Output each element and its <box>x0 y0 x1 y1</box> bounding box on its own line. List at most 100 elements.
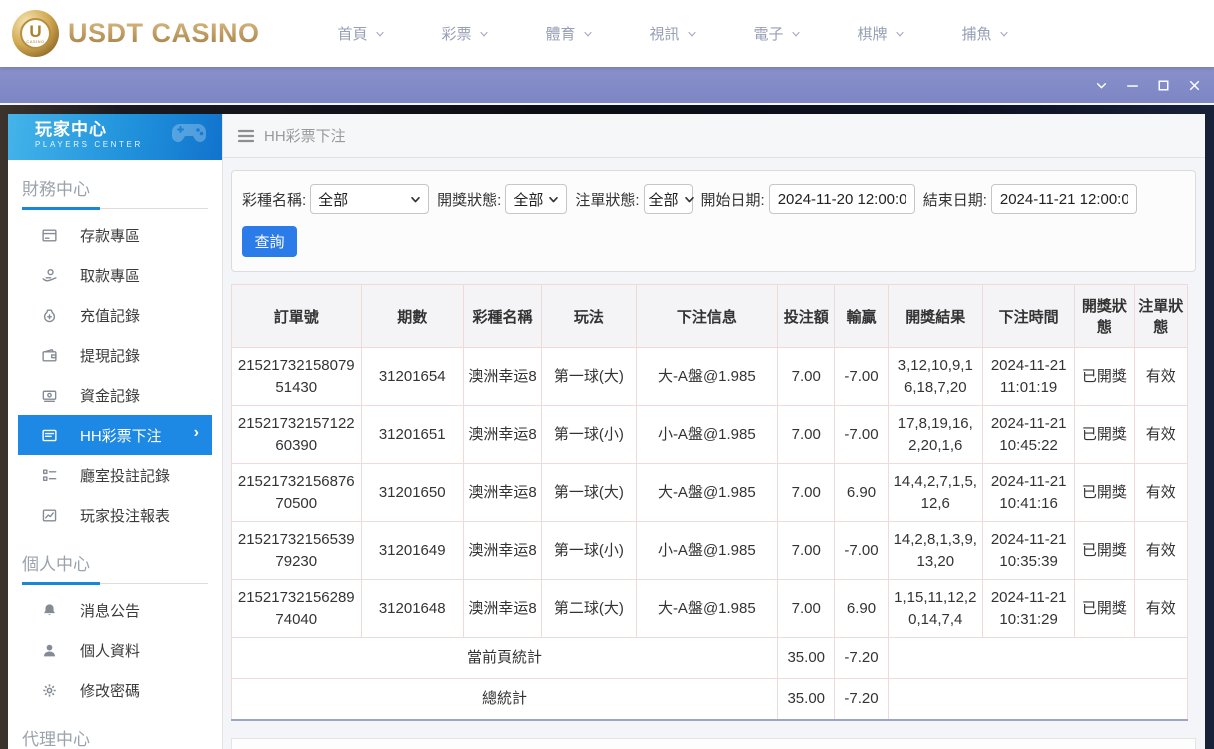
cell-play-type: 第一球(大) <box>541 347 637 406</box>
finance-menu: 存款專區 取款專區 充值記錄 提現記錄 資金記錄 HH彩票下注 › 廳室投註記錄… <box>8 215 222 535</box>
column-header: 開獎狀態 <box>1074 284 1135 348</box>
sidebar-menu-item[interactable]: 修改密碼 <box>18 670 212 710</box>
cell-period: 31201650 <box>360 463 464 522</box>
cell-play-type: 第一球(大) <box>541 463 637 522</box>
cell-order-status: 有效 <box>1133 463 1189 522</box>
column-header: 投注額 <box>777 284 836 348</box>
window-titlebar[interactable] <box>0 67 1214 103</box>
close-icon[interactable] <box>1179 67 1210 103</box>
sidebar-item-label: HH彩票下注 <box>80 427 162 445</box>
page-summary-row: 當前頁統計 35.00 -7.20 <box>230 637 1189 679</box>
sidebar-menu-item[interactable]: 取款專區 <box>18 255 212 295</box>
nav-item[interactable]: 首頁 <box>310 23 414 44</box>
cell-lottery-name: 澳洲幸运8 <box>462 347 543 406</box>
search-button[interactable]: 查詢 <box>242 226 297 257</box>
cell-lottery-name: 澳洲幸运8 <box>462 463 543 522</box>
section-underline <box>22 582 208 585</box>
page-summary-win-loss: -7.20 <box>834 637 889 679</box>
sidebar-menu-item[interactable]: 個人資料 <box>18 630 212 670</box>
window-chevron-down-icon[interactable] <box>1086 67 1117 103</box>
sidebar-menu-item[interactable]: 消息公告 <box>18 590 212 630</box>
nav-item[interactable]: 體育 <box>518 23 622 44</box>
deposit-icon <box>41 227 58 244</box>
content-body: 彩種名稱: 全部 開獎狀態: 全部 注單狀態: 全部 開始日期: 2024-11… <box>223 158 1205 749</box>
chevron-down-icon <box>895 31 904 36</box>
sidebar-menu-item[interactable]: 廳室投註記錄 <box>18 455 212 495</box>
grand-summary-empty <box>887 677 1189 721</box>
nav-item[interactable]: 彩票 <box>414 23 518 44</box>
logo-ball-caption: CASINO <box>26 39 45 44</box>
cell-bet-amount: 7.00 <box>777 579 836 638</box>
lottery-name-label: 彩種名稱: <box>242 191 307 209</box>
sidebar-section-finance: 財務中心 <box>22 180 90 199</box>
page-title: HH彩票下注 <box>264 128 346 145</box>
column-header: 玩法 <box>541 284 637 348</box>
chevron-down-icon <box>583 31 592 36</box>
sidebar-menu-item[interactable]: 提現記錄 <box>18 335 212 375</box>
app-window: U CASINO USDT CASINO 首頁 彩票 體育 視訊 電子 棋牌 捕… <box>0 0 1214 749</box>
site-header: U CASINO USDT CASINO 首頁 彩票 體育 視訊 電子 棋牌 捕… <box>0 0 1214 67</box>
page-summary-bet-total: 35.00 <box>777 637 836 679</box>
grand-summary-row: 總統計 35.00 -7.20 <box>230 677 1189 721</box>
cell-draw-result: 14,4,2,7,1,5,12,6 <box>887 463 983 522</box>
cell-play-type: 第一球(小) <box>541 521 637 580</box>
menu-icon[interactable] <box>238 129 254 143</box>
column-header: 開獎結果 <box>887 284 983 348</box>
nav-item[interactable]: 視訊 <box>622 23 726 44</box>
filter-row: 彩種名稱: 全部 開獎狀態: 全部 注單狀態: 全部 開始日期: 2024-11… <box>242 184 1185 214</box>
bets-table-wrap: 訂單號 期數 彩種名稱 玩法 下注信息 投注額 輸贏 開獎結果 下注時間 開獎狀… <box>230 284 1196 721</box>
start-date-input[interactable] <box>768 184 915 214</box>
cell-draw-status: 已開獎 <box>1074 405 1135 464</box>
funds-record-icon <box>41 387 58 404</box>
sidebar-menu-item[interactable]: 充值記錄 <box>18 295 212 335</box>
nav-item[interactable]: 棋牌 <box>830 23 934 44</box>
start-date-label: 開始日期: <box>700 191 765 209</box>
minimize-icon[interactable] <box>1117 67 1148 103</box>
pager-bar: 每頁顯示20條 共5条 首页 上一页 [1] 下一页 第 页 跳转 <box>231 737 1196 749</box>
cell-bet-time: 2024-11-21 10:41:16 <box>981 463 1076 522</box>
nav-item[interactable]: 電子 <box>726 23 830 44</box>
sidebar-item-label: 廳室投註記錄 <box>80 467 171 485</box>
lottery-name-select[interactable]: 全部 <box>310 184 430 214</box>
order-status-select[interactable]: 全部 <box>643 184 694 214</box>
sidebar-menu-item[interactable]: 資金記錄 <box>18 375 212 415</box>
cell-play-type: 第一球(小) <box>541 405 637 464</box>
sidebar-item-label: 修改密碼 <box>80 682 141 700</box>
cell-bet-info: 小-A盤@1.985 <box>635 521 779 580</box>
breadcrumb: HH彩票下注 <box>223 114 1205 158</box>
sidebar-menu-item[interactable]: HH彩票下注 <box>18 415 212 455</box>
nav-item[interactable]: 捕魚 <box>934 23 1038 44</box>
table-row: 2152173215653979230 31201649 澳洲幸运8 第一球(小… <box>231 521 1189 580</box>
cell-period: 31201648 <box>360 579 464 638</box>
maximize-icon[interactable] <box>1148 67 1179 103</box>
recharge-record-icon <box>41 307 58 324</box>
table-row: 2152173215687670500 31201650 澳洲幸运8 第一球(大… <box>231 463 1189 522</box>
cell-win-loss: -7.00 <box>834 405 889 464</box>
cell-bet-amount: 7.00 <box>777 463 836 522</box>
cell-bet-info: 大-A盤@1.985 <box>635 463 779 522</box>
cell-draw-status: 已開獎 <box>1074 521 1135 580</box>
sidebar-menu-item[interactable]: 玩家投注報表 <box>18 495 212 535</box>
bell-icon <box>41 602 58 619</box>
cell-period: 31201651 <box>360 405 464 464</box>
logo[interactable]: U CASINO USDT CASINO <box>12 10 260 57</box>
column-header: 彩種名稱 <box>462 284 543 348</box>
cell-lottery-name: 澳洲幸运8 <box>462 405 543 464</box>
table-row: 2152173215628974040 31201648 澳洲幸运8 第二球(大… <box>231 579 1189 638</box>
cell-period: 31201654 <box>360 347 464 406</box>
cell-order-no: 2152173215807951430 <box>231 347 362 406</box>
cell-order-no: 2152173215712260390 <box>231 405 362 464</box>
column-header: 注單狀態 <box>1133 284 1189 348</box>
cell-win-loss: -7.00 <box>834 521 889 580</box>
logo-ball-icon: U CASINO <box>12 10 59 57</box>
player-report-icon <box>41 507 58 524</box>
sidebar-item-label: 玩家投注報表 <box>80 507 171 525</box>
filter-panel: 彩種名稱: 全部 開獎狀態: 全部 注單狀態: 全部 開始日期: 2024-11… <box>231 170 1196 272</box>
sidebar-menu-item[interactable]: 存款專區 <box>18 215 212 255</box>
column-header: 下注信息 <box>635 284 779 348</box>
draw-status-select[interactable]: 全部 <box>505 184 568 214</box>
end-date-input[interactable] <box>990 184 1137 214</box>
cell-bet-info: 小-A盤@1.985 <box>635 405 779 464</box>
logo-letter: U <box>29 22 42 41</box>
nav-item-label: 棋牌 <box>857 26 888 43</box>
